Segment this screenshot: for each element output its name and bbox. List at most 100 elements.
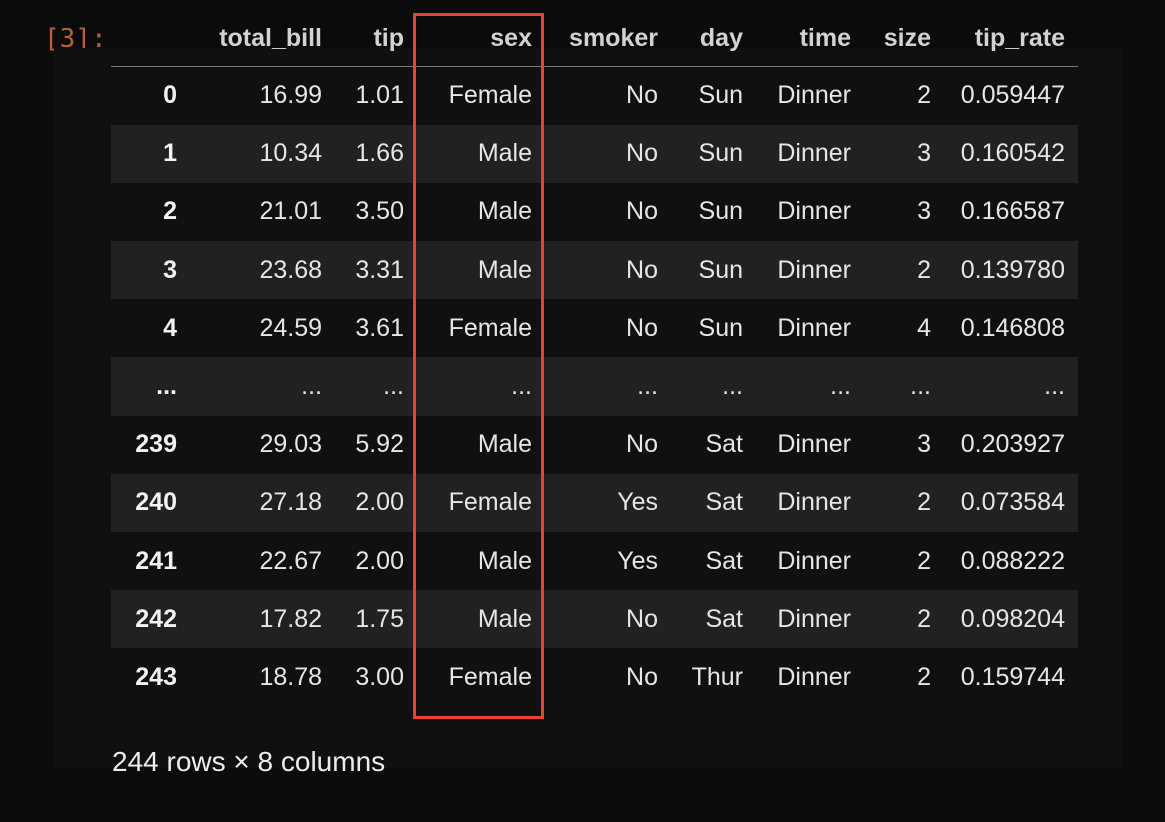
cell-sex: Female (448, 488, 532, 517)
dataframe-table: total_bill tip sex smoker day time size … (111, 10, 1078, 707)
cell-tip: 2.00 (355, 488, 404, 517)
cell-tip-rate: ... (1044, 372, 1065, 401)
cell-smoker: No (626, 81, 658, 110)
cell-tip: 3.61 (355, 313, 404, 342)
cell-total-bill: 17.82 (259, 604, 322, 633)
cell-size: 3 (917, 430, 931, 459)
table-row: 1 10.34 1.66 Male No Sun Dinner 3 0.160542 (111, 124, 1078, 183)
row-index: 3 (163, 255, 177, 284)
cell-day: Sun (698, 81, 743, 110)
table-row: 242 17.82 1.75 Male No Sat Dinner 2 0.098204 (111, 590, 1078, 649)
cell-time: Dinner (777, 139, 851, 168)
cell-tip-rate: 0.159744 (960, 662, 1065, 691)
cell-time: Dinner (777, 604, 851, 633)
cell-smoker: No (626, 197, 658, 226)
cell-smoker: Yes (617, 546, 658, 575)
cell-total-bill: 16.99 (259, 81, 322, 110)
cell-day: Thur (691, 662, 743, 691)
table-row: 243 18.78 3.00 Female No Thur Dinner 2 0.159744 (111, 648, 1078, 706)
cell-tip-rate: 0.166587 (960, 197, 1065, 226)
cell-total-bill: 21.01 (259, 197, 322, 226)
cell-sex: Male (477, 430, 532, 459)
cell-time: Dinner (777, 313, 851, 342)
cell-sex: Female (448, 662, 532, 691)
cell-tip: 5.92 (355, 430, 404, 459)
cell-sex: Male (477, 546, 532, 575)
row-index: 0 (163, 81, 177, 110)
cell-total-bill: 23.68 (259, 255, 322, 284)
cell-tip: 1.01 (355, 81, 404, 110)
index-header (111, 10, 190, 67)
cell-smoker: ... (637, 372, 658, 401)
cell-day: Sun (698, 139, 743, 168)
cell-tip-rate: 0.073584 (960, 488, 1065, 517)
cell-day: Sun (698, 255, 743, 284)
cell-tip-rate: 0.088222 (960, 546, 1065, 575)
cell-tip: 3.00 (355, 662, 404, 691)
cell-tip-rate: 0.146808 (960, 313, 1065, 342)
cell-tip: 3.31 (355, 255, 404, 284)
row-index: 4 (163, 313, 177, 342)
dataframe-shape-caption: 244 rows × 8 columns (112, 746, 386, 777)
dataframe-body: 0 16.99 1.01 Female No Sun Dinner 2 0.059447 1 10.… (111, 67, 1078, 707)
table-row: 241 22.67 2.00 Male Yes Sat Dinner 2 0.088222 (111, 532, 1078, 590)
cell-size: 3 (917, 197, 931, 226)
cell-day: Sun (698, 313, 743, 342)
cell-tip-rate: 0.059447 (960, 81, 1065, 110)
column-header-row: total_bill tip sex smoker day time size … (111, 10, 1078, 67)
cell-smoker: No (626, 604, 658, 633)
cell-total-bill: ... (301, 372, 322, 401)
cell-time: Dinner (777, 197, 851, 226)
table-row: 2 21.01 3.50 Male No Sun Dinner 3 0.166587 (111, 183, 1078, 241)
cell-total-bill: 18.78 (259, 662, 322, 691)
cell-size: 4 (917, 313, 931, 342)
cell-day: ... (722, 372, 743, 401)
cell-size: 3 (917, 139, 931, 168)
column-header-sex: sex (417, 10, 545, 67)
cell-tip: 2.00 (355, 546, 404, 575)
cell-total-bill: 22.67 (259, 546, 322, 575)
cell-total-bill: 27.18 (259, 488, 322, 517)
cell-tip: 1.66 (355, 139, 404, 168)
column-header-tip-rate: tip_rate (944, 10, 1078, 67)
cell-tip-rate: 0.139780 (960, 255, 1065, 284)
cell-size: ... (910, 372, 931, 401)
cell-sex: Male (477, 255, 532, 284)
row-index: 242 (135, 604, 177, 633)
row-index: 241 (135, 546, 177, 575)
table-row: 239 29.03 5.92 Male No Sat Dinner 3 0.203927 (111, 416, 1078, 474)
cell-total-bill: 10.34 (259, 139, 322, 168)
column-header-size: size (864, 10, 944, 67)
cell-size: 2 (917, 81, 931, 110)
cell-tip: 1.75 (355, 604, 404, 633)
cell-sex: Female (448, 81, 532, 110)
cell-day: Sat (705, 430, 743, 459)
column-header-day: day (671, 10, 756, 67)
table-row: 3 23.68 3.31 Male No Sun Dinner 2 0.139780 (111, 241, 1078, 300)
table-row: 0 16.99 1.01 Female No Sun Dinner 2 0.059447 (111, 67, 1078, 125)
cell-time: Dinner (777, 255, 851, 284)
cell-time: Dinner (777, 488, 851, 517)
cell-time: Dinner (777, 430, 851, 459)
cell-time: Dinner (777, 81, 851, 110)
cell-time: Dinner (777, 546, 851, 575)
table-row: 4 24.59 3.61 Female No Sun Dinner 4 0.146808 (111, 299, 1078, 357)
cell-tip: 3.50 (355, 197, 404, 226)
table-row: 240 27.18 2.00 Female Yes Sat Dinner 2 0.073584 (111, 473, 1078, 532)
cell-day: Sun (698, 197, 743, 226)
cell-time: Dinner (777, 662, 851, 691)
cell-sex: Female (448, 313, 532, 342)
column-header-smoker: smoker (545, 10, 671, 67)
cell-sex: ... (511, 372, 532, 401)
cell-sex: Male (477, 139, 532, 168)
cell-size: 2 (917, 255, 931, 284)
cell-size: 2 (917, 604, 931, 633)
row-index: 2 (163, 197, 177, 226)
cell-smoker: No (626, 662, 658, 691)
row-index: 243 (135, 662, 177, 691)
cell-total-bill: 24.59 (259, 313, 322, 342)
cell-smoker: Yes (617, 488, 658, 517)
cell-time: ... (830, 372, 851, 401)
column-header-time: time (756, 10, 864, 67)
cell-smoker: No (626, 255, 658, 284)
